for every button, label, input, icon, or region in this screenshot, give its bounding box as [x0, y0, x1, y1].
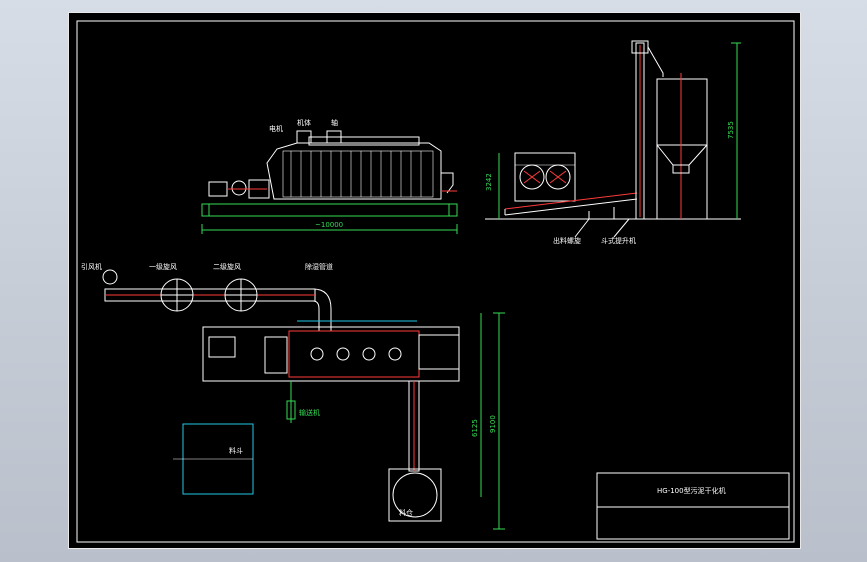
cad-drawing: ~10000 电机 机体 轴 3242 7535 出料螺旋 斗式提升机 引风机 … — [76, 20, 795, 543]
label-plan-conveyor: 输送机 — [299, 408, 320, 417]
label-body: 机体 — [297, 118, 311, 127]
side-elevation-view: 3242 7535 出料螺旋 斗式提升机 — [485, 40, 741, 245]
label-discharge-screw: 出料螺旋 — [553, 236, 581, 245]
label-cyclone-2: 二级旋风 — [213, 262, 241, 271]
plan-silo — [388, 468, 442, 522]
label-cyclone-1: 一级旋风 — [149, 262, 177, 271]
dimension-plan-partial-text: 6125 — [471, 419, 479, 437]
dimension-plan-total-text: 9100 — [489, 415, 497, 433]
front-elevation-view: ~10000 电机 机体 轴 — [201, 118, 458, 234]
label-bucket-elevator: 斗式提升机 — [601, 236, 636, 245]
title-block-title: HG-100型污泥干化机 — [657, 486, 726, 495]
drawing-frame — [76, 20, 795, 543]
base-frame — [201, 203, 458, 217]
dryer-end-section — [514, 152, 576, 202]
label-exhaust-fan: 引风机 — [81, 262, 102, 271]
dryer-ribs — [290, 151, 422, 197]
exhaust-fan — [102, 269, 118, 285]
title-block: HG-100型污泥干化机 — [596, 472, 790, 540]
label-shaft: 轴 — [331, 118, 338, 127]
label-motor: 电机 — [269, 124, 283, 133]
storage-silo — [656, 78, 708, 146]
dryer-body — [266, 142, 442, 200]
drawing-sheet: ~10000 电机 机体 轴 3242 7535 出料螺旋 斗式提升机 引风机 … — [68, 12, 801, 549]
dimension-length-text: ~10000 — [315, 221, 343, 229]
drive-motor — [208, 181, 228, 197]
label-plan-silo: 料仓 — [399, 508, 413, 517]
dimension-side-height-text: 3242 — [485, 173, 493, 191]
plan-view: 引风机 一级旋风 二级旋风 除湿管道 料仓 输送机 料斗 6125 9100 — [81, 262, 505, 530]
label-dehumid-duct: 除湿管道 — [305, 262, 333, 271]
dimension-elevator-text: 7535 — [727, 121, 735, 139]
label-plan-hopper: 料斗 — [229, 446, 243, 455]
